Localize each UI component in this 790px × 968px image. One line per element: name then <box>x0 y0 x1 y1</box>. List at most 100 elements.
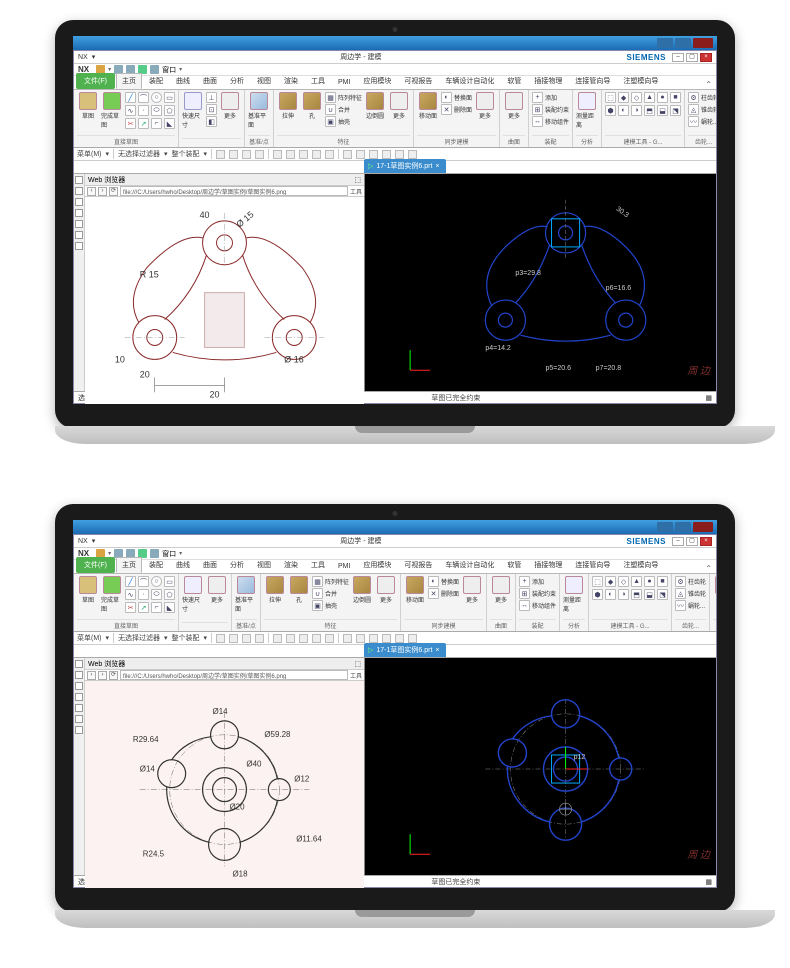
tool10-icon[interactable]: ⬒ <box>644 105 655 116</box>
datum-plane-button[interactable]: 基准平面 <box>248 92 270 129</box>
tab-routing[interactable]: 软管 <box>501 73 527 89</box>
tab-piping[interactable]: 连接管向导 <box>569 557 616 573</box>
tab-routing[interactable]: 软管 <box>501 557 527 573</box>
trim-icon[interactable]: ✂ <box>125 118 136 129</box>
tab-surface[interactable]: 曲面 <box>197 557 223 573</box>
rect-icon[interactable]: ▭ <box>164 576 175 587</box>
rapid-dim-button[interactable]: 快速尺寸 <box>182 92 204 129</box>
doc-tab-close[interactable]: × <box>435 163 439 170</box>
sel12-icon[interactable] <box>369 150 378 159</box>
surface-more-button[interactable]: 更多 <box>503 92 525 120</box>
tab-file[interactable]: 文件(F) <box>76 557 115 573</box>
nx-max-button[interactable]: ▢ <box>686 537 698 546</box>
nav-fwd-icon[interactable]: › <box>98 187 107 196</box>
rb-layer-icon[interactable] <box>75 242 83 250</box>
tab-motion[interactable]: 插接物理 <box>528 73 568 89</box>
shell-icon[interactable]: ▣ <box>325 116 336 127</box>
tab-mold[interactable]: 注塑模向导 <box>617 557 664 573</box>
asm-constraint-icon[interactable]: ⊞ <box>532 104 543 115</box>
tab-curve[interactable]: 曲线 <box>170 557 196 573</box>
measure-distance-button[interactable]: 测量距离 <box>576 92 598 129</box>
move-face-button[interactable]: 移动面 <box>417 92 439 120</box>
doc-tab[interactable]: ▷ 17-1草图实例6.prt × <box>364 643 446 657</box>
nav-fwd-icon[interactable]: › <box>98 671 107 680</box>
chamfer-icon[interactable]: ◣ <box>164 118 175 129</box>
url-field[interactable]: file:///C:/Users/hwho/Desktop/周边学/草图实例/草… <box>120 670 348 680</box>
web-tools-button[interactable]: 工具 <box>350 187 362 196</box>
menu-button[interactable]: 菜单(M) <box>77 633 102 643</box>
sel7-icon[interactable] <box>299 150 308 159</box>
rb-navigator-icon[interactable] <box>75 176 83 184</box>
tab-assemblies[interactable]: 装配 <box>143 557 169 573</box>
tab-curve[interactable]: 曲线 <box>170 73 196 89</box>
tab-analysis[interactable]: 分析 <box>224 557 250 573</box>
url-field[interactable]: file:///C:/Users/hwho/Desktop/周边学/草图实例/草… <box>120 186 348 196</box>
sketch-button[interactable]: 草图 <box>77 576 99 604</box>
fillet-icon[interactable]: ⌐ <box>151 118 162 129</box>
sel14-icon[interactable] <box>395 150 404 159</box>
poly-icon[interactable]: ⬠ <box>164 589 175 600</box>
rb-hd3d-icon[interactable] <box>75 231 83 239</box>
os-max-button[interactable] <box>675 522 691 532</box>
sel3-icon[interactable] <box>242 150 251 159</box>
bevel-gear-icon[interactable]: ◬ <box>688 104 699 115</box>
worm-gear-icon[interactable]: 〰 <box>688 116 699 127</box>
sel11-icon[interactable] <box>356 150 365 159</box>
extrude-button[interactable]: 拉伸 <box>264 576 286 604</box>
tab-application[interactable]: 应用模块 <box>357 557 397 573</box>
tool3-icon[interactable]: ◇ <box>631 92 642 103</box>
os-close-button[interactable] <box>693 522 713 532</box>
sel2-icon[interactable] <box>229 150 238 159</box>
tab-surface[interactable]: 曲面 <box>197 73 223 89</box>
extend-icon[interactable]: ↗ <box>138 118 149 129</box>
tab-piping[interactable]: 连接管向导 <box>569 73 616 89</box>
tab-vehicle[interactable]: 车辆设计自动化 <box>439 73 500 89</box>
sel8-icon[interactable] <box>312 150 321 159</box>
sel13-icon[interactable] <box>382 150 391 159</box>
nx-close-button[interactable]: × <box>700 537 712 546</box>
spline-icon[interactable]: ∿ <box>125 105 136 116</box>
replace-face-icon[interactable]: ◐ <box>441 92 452 103</box>
extrude-button[interactable]: 拉伸 <box>277 92 299 120</box>
delete-face-icon[interactable]: ✕ <box>441 104 452 115</box>
graphics-viewport-2[interactable]: p12 周 边 <box>365 658 716 875</box>
pin-icon[interactable]: ⌃ <box>705 80 712 89</box>
rect-icon[interactable]: ▭ <box>164 92 175 103</box>
trim-icon[interactable]: ✂ <box>125 602 136 613</box>
tab-visual-report[interactable]: 可视报告 <box>398 557 438 573</box>
tab-assemblies[interactable]: 装配 <box>143 73 169 89</box>
doc-tab[interactable]: ▷ 17-1草图实例6.prt × <box>364 159 446 173</box>
sel5-icon[interactable] <box>273 150 282 159</box>
more-sync-button[interactable]: 更多 <box>474 92 496 120</box>
sel10-icon[interactable] <box>343 150 352 159</box>
tab-view[interactable]: 视图 <box>251 73 277 89</box>
circle-icon[interactable]: ○ <box>151 92 162 103</box>
sketch-button[interactable]: 草图 <box>77 92 99 120</box>
unite-icon[interactable]: ∪ <box>325 104 336 115</box>
tab-analysis[interactable]: 分析 <box>224 73 250 89</box>
circle-icon[interactable]: ○ <box>151 576 162 587</box>
tab-render[interactable]: 渲染 <box>278 557 304 573</box>
filter1-dropdown[interactable]: 无选择过滤器 <box>118 149 160 159</box>
tool4-icon[interactable]: ▲ <box>644 92 655 103</box>
sel4-icon[interactable] <box>255 150 264 159</box>
tool7-icon[interactable]: ⬢ <box>605 105 616 116</box>
rb-web-icon[interactable] <box>75 198 83 206</box>
sel6-icon[interactable] <box>286 150 295 159</box>
tab-tools[interactable]: 工具 <box>305 73 331 89</box>
tab-visual-report[interactable]: 可视报告 <box>398 73 438 89</box>
nav-back-icon[interactable]: ‹ <box>87 187 96 196</box>
menu-button[interactable]: 菜单(M) <box>77 149 102 159</box>
show-constraint-icon[interactable]: ◧ <box>206 116 217 127</box>
move-comp-icon[interactable]: ↔ <box>532 116 543 127</box>
tool1-icon[interactable]: ⬚ <box>605 92 616 103</box>
fillet-icon[interactable]: ⌐ <box>151 602 162 613</box>
rb-history-icon[interactable] <box>75 187 83 195</box>
pin-icon[interactable]: ⌃ <box>705 564 712 573</box>
os-max-button[interactable] <box>675 38 691 48</box>
tool2-icon[interactable]: ◆ <box>618 92 629 103</box>
tool6-icon[interactable]: ■ <box>670 92 681 103</box>
finish-sketch-button[interactable]: 完成草图 <box>101 576 123 613</box>
poly-icon[interactable]: ⬠ <box>164 105 175 116</box>
filter2-dropdown[interactable]: 整个装配 <box>172 149 200 159</box>
